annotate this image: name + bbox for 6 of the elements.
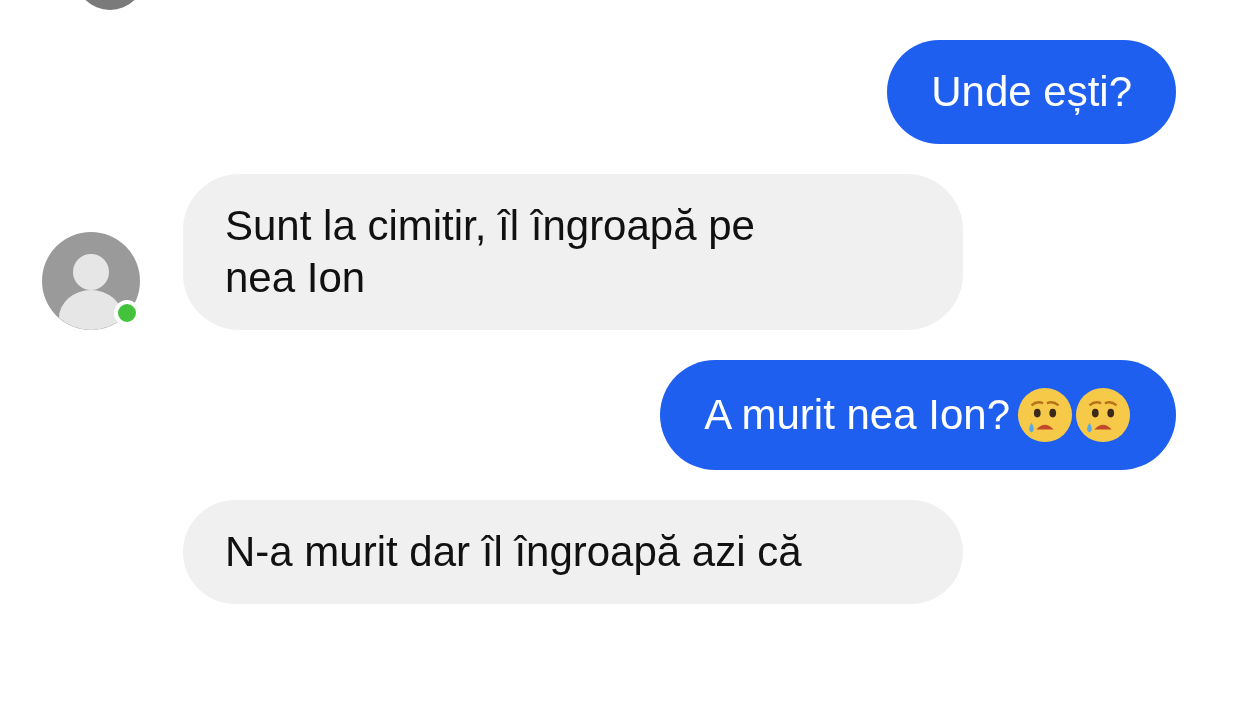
message-text: Unde ești? (931, 67, 1132, 117)
message-text: Sunt la cimitir, îl îngroapă pe (225, 201, 756, 251)
message-text: A murit nea Ion? (704, 390, 1010, 440)
message-text: nea Ion (225, 253, 367, 303)
avatar-silhouette-icon (42, 232, 140, 330)
message-text: N-a murit dar îl îngroapă azi că (225, 527, 803, 577)
